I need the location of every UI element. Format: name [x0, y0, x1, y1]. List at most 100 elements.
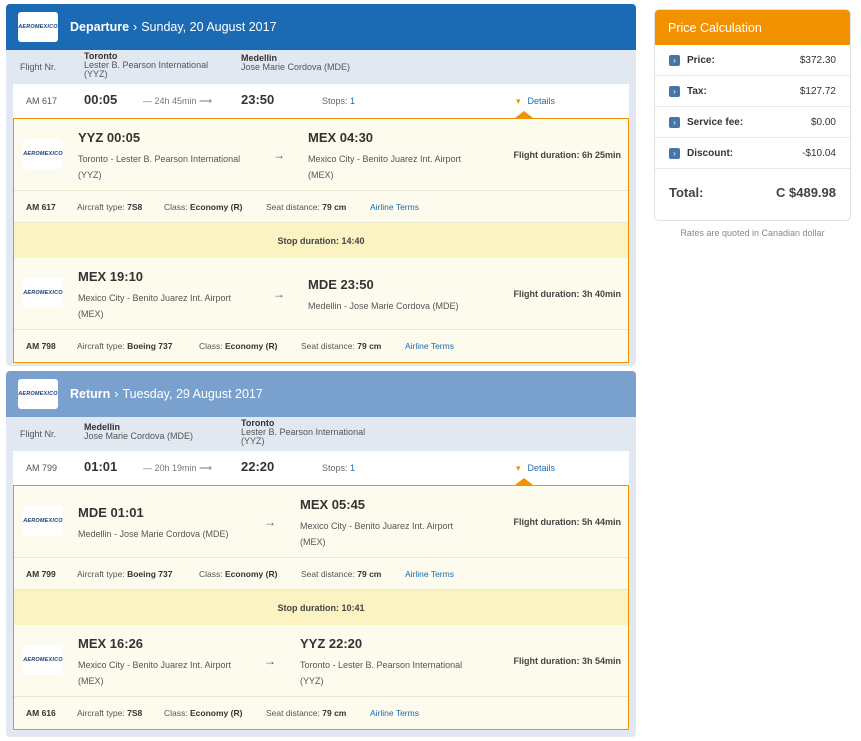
price-row[interactable]: › Price: $372.30: [655, 45, 850, 76]
segment-origin-code: (YYZ): [78, 170, 102, 180]
details-notch: [515, 478, 533, 485]
segment-destination-name: Toronto - Lester B. Pearson Internationa…: [300, 660, 463, 670]
segment-destination-name: Mexico City - Benito Juarez Int. Airport: [300, 521, 454, 531]
segment-origin-time: MEX 16:26: [78, 636, 144, 651]
return-summary-row[interactable]: AM 799 01:01 — 20h 19min ⟶ 22:20 Stops: …: [13, 451, 629, 485]
stops-count: 1: [350, 96, 356, 106]
airline-logo: AEROMEXICO: [23, 506, 63, 536]
segment-origin-time: MDE 01:01: [78, 505, 144, 520]
price-calculation-panel: Price Calculation › Price: $372.30 › Tax…: [654, 9, 851, 221]
segment-destination-time: YYZ 22:20: [300, 636, 363, 651]
flight-nr-label: Flight Nr.: [20, 62, 57, 72]
service-fee-row[interactable]: › Service fee: $0.00: [655, 107, 850, 138]
origin-airport: Jose Marie Cordova (MDE): [84, 431, 194, 441]
arrival-time: 22:20: [241, 459, 275, 474]
chevron-right-icon: ›: [669, 55, 680, 66]
route-destination: Toronto Lester B. Pearson International …: [241, 419, 365, 446]
stops-info: Stops: 1: [322, 463, 355, 473]
seat-distance: Seat distance: 79 cm: [266, 202, 347, 212]
total-duration: — 20h 19min ⟶: [143, 463, 212, 473]
route-origin: Medellin Jose Marie Cordova (MDE): [84, 423, 193, 441]
price-value: $372.30: [799, 55, 836, 66]
total-duration: — 24h 45min ⟶: [143, 96, 212, 106]
page: AEROMEXICO Departure › Sunday, 20 August…: [0, 0, 861, 741]
segment-origin-code: (MEX): [78, 309, 104, 319]
arrow-right-icon: →: [273, 287, 285, 301]
travel-class: Class: Economy (R): [199, 569, 278, 579]
discount-row[interactable]: › Discount: -$10.04: [655, 138, 850, 169]
chevron-right-icon: ›: [669, 86, 680, 97]
details-toggle[interactable]: ▾ Details: [516, 463, 555, 474]
airline-logo: AEROMEXICO: [18, 12, 58, 42]
travel-class: Class: Economy (R): [164, 708, 243, 718]
segment-origin-name: Medellin - Jose Marie Cordova (MDE): [78, 529, 229, 539]
return-route: Flight Nr. Medellin Jose Marie Cordova (…: [6, 417, 636, 451]
segment-destination-time: MEX 05:45: [300, 497, 366, 512]
segment-destination-code: (MEX): [308, 170, 334, 180]
aircraft-type: Aircraft type: Boeing 737: [77, 569, 173, 579]
seat-distance: Seat distance: 79 cm: [266, 708, 347, 718]
price-title: Price Calculation: [655, 10, 850, 45]
flight-number: AM 799: [26, 463, 58, 473]
airline-terms-link[interactable]: Airline Terms: [405, 341, 454, 351]
segment-destination: MEX 05:45 Mexico City - Benito Juarez In…: [300, 497, 453, 550]
route-origin: Toronto Lester B. Pearson International …: [84, 52, 208, 79]
airline-terms-link[interactable]: Airline Terms: [370, 708, 419, 718]
departure-header: AEROMEXICO Departure › Sunday, 20 August…: [6, 4, 636, 50]
airline-terms-link[interactable]: Airline Terms: [405, 569, 454, 579]
route-destination: Medellin Jose Marie Cordova (MDE): [241, 54, 350, 72]
return-details: AEROMEXICO MDE 01:01 Medellin - Jose Mar…: [13, 485, 629, 730]
details-link[interactable]: Details: [528, 96, 556, 106]
stops-label: Stops:: [322, 96, 348, 106]
departure-route: Flight Nr. Toronto Lester B. Pearson Int…: [6, 50, 636, 84]
segment-origin: YYZ 00:05 Toronto - Lester B. Pearson In…: [78, 130, 240, 183]
details-link[interactable]: Details: [528, 463, 556, 473]
travel-class: Class: Economy (R): [164, 202, 243, 212]
airline-terms-link[interactable]: Airline Terms: [370, 202, 419, 212]
flight-number: AM 617: [26, 96, 58, 106]
departure-panel: AEROMEXICO Departure › Sunday, 20 August…: [6, 4, 636, 366]
segment-destination-name: Mexico City - Benito Juarez Int. Airport: [308, 154, 462, 164]
total-value: C $489.98: [776, 185, 836, 200]
chevron-right-icon: ›: [669, 117, 680, 128]
stop-duration: Stop duration: 14:40: [14, 223, 628, 258]
flight-duration: Flight duration: 3h 54min: [513, 656, 622, 666]
seat-distance: Seat distance: 79 cm: [301, 569, 382, 579]
tax-row[interactable]: › Tax: $127.72: [655, 76, 850, 107]
segment-origin-name: Toronto - Lester B. Pearson Internationa…: [78, 154, 241, 164]
travel-class: Class: Economy (R): [199, 341, 278, 351]
segment-info-row: AM 799 Aircraft type: Boeing 737 Class: …: [14, 558, 628, 590]
stop-duration: Stop duration: 10:41: [14, 590, 628, 625]
segment-origin-name: Mexico City - Benito Juarez Int. Airport: [78, 293, 232, 303]
chevron-right-icon: ›: [669, 148, 680, 159]
segment-destination-time: MDE 23:50: [308, 277, 374, 292]
arrow-right-icon: →: [264, 654, 276, 668]
departure-summary-row[interactable]: AM 617 00:05 — 24h 45min ⟶ 23:50 Stops: …: [13, 84, 629, 118]
segment-origin: MDE 01:01 Medellin - Jose Marie Cordova …: [78, 505, 229, 542]
aircraft-type: Aircraft type: Boeing 737: [77, 341, 173, 351]
segment-destination-code: (MEX): [300, 537, 326, 547]
chevron-right-icon: ›: [114, 387, 119, 401]
seat-distance: Seat distance: 79 cm: [301, 341, 382, 351]
chevron-right-icon: ›: [133, 20, 138, 34]
return-date: Tuesday, 29 August 2017: [122, 387, 263, 401]
stops-label: Stops:: [322, 463, 348, 473]
arrival-time: 23:50: [241, 92, 275, 107]
details-notch: [515, 111, 533, 118]
flight-duration: Flight duration: 6h 25min: [513, 150, 622, 160]
details-toggle[interactable]: ▾ Details: [516, 96, 555, 107]
segment-destination: MDE 23:50 Medellin - Jose Marie Cordova …: [308, 277, 459, 314]
tax-value: $127.72: [799, 86, 836, 97]
segment-flight-number: AM 617: [26, 202, 56, 212]
origin-code: (YYZ): [84, 69, 108, 79]
airline-logo: AEROMEXICO: [23, 139, 63, 169]
aircraft-type: Aircraft type: 7S8: [77, 708, 143, 718]
segment-flight-number: AM 798: [26, 341, 56, 351]
currency-note: Rates are quoted in Canadian dollar: [680, 228, 825, 238]
departure-date: Sunday, 20 August 2017: [141, 20, 277, 34]
return-label: Return: [70, 387, 111, 401]
departure-time: 00:05: [84, 92, 118, 107]
segment-destination: MEX 04:30 Mexico City - Benito Juarez In…: [308, 130, 461, 183]
airline-logo: AEROMEXICO: [23, 645, 63, 675]
flight-duration: Flight duration: 3h 40min: [513, 289, 622, 299]
